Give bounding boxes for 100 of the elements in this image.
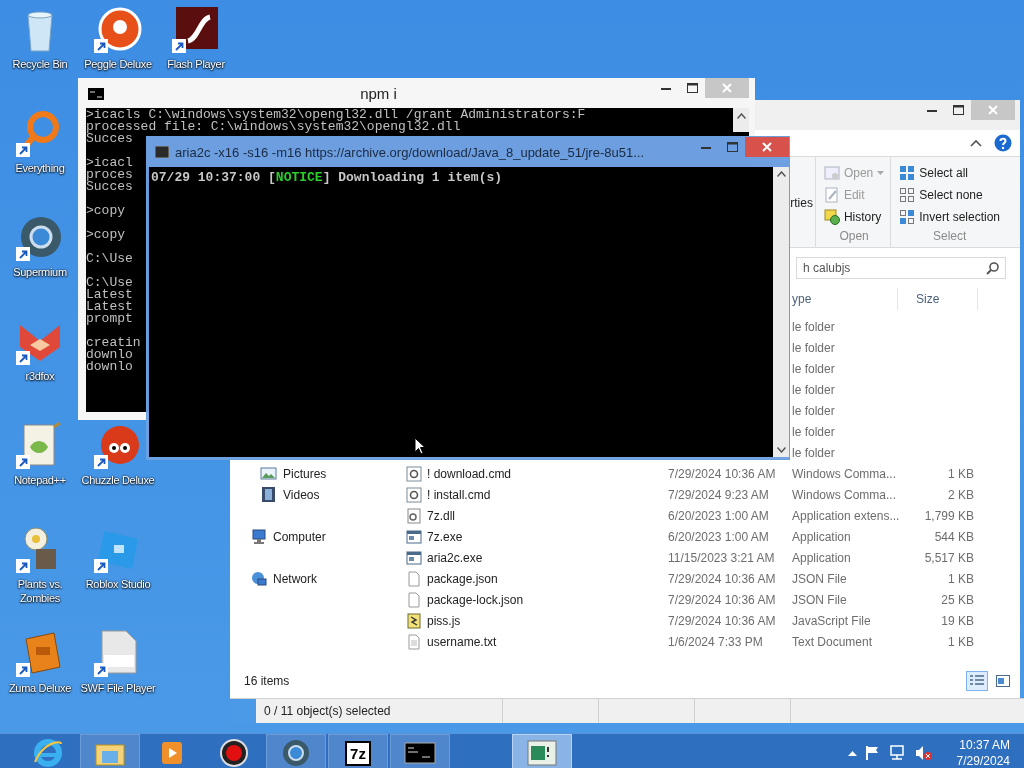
table-cell-text: 7/29/2024 10:36 AM xyxy=(667,466,777,481)
ribbon-button[interactable]: History xyxy=(821,207,887,227)
console-line: Succes xyxy=(86,133,133,145)
table-cell-text: le folder xyxy=(791,382,836,397)
taskbar-button[interactable] xyxy=(390,734,450,768)
table-cell-text: 19 KB xyxy=(940,613,975,628)
file-name[interactable]: package.json xyxy=(427,571,498,586)
table-cell-text: 11/15/2023 3:21 AM xyxy=(667,550,776,565)
navigation-item[interactable]: Pictures xyxy=(230,463,406,484)
film-strip-icon xyxy=(260,486,277,503)
column-header[interactable]: Size xyxy=(898,288,978,310)
table-cell-text: 7/29/2024 10:36 AM xyxy=(667,592,777,607)
item-count: 16 items xyxy=(244,674,290,688)
table-cell-text: Application xyxy=(791,550,852,565)
browser-icon xyxy=(33,738,63,768)
edit-icon xyxy=(823,187,840,203)
clock-time[interactable]: 10:37 AM xyxy=(959,737,1010,753)
file-name[interactable]: ! download.cmd xyxy=(427,466,512,481)
scroll-down-icon[interactable] xyxy=(776,447,786,453)
close-icon xyxy=(762,142,772,152)
status-text: 0 / 11 object(s) selected xyxy=(256,699,503,723)
navigation-item[interactable]: Network xyxy=(230,568,406,589)
archive-app-icon: 7z xyxy=(345,740,371,766)
table-cell-text: le folder xyxy=(791,319,836,334)
close-icon xyxy=(722,83,732,93)
console-line: Latest xyxy=(86,301,133,313)
collapse-ribbon-icon[interactable] xyxy=(970,139,982,147)
stone-idol-shortcut-icon[interactable] xyxy=(16,629,64,677)
navigation-item[interactable]: Videos xyxy=(230,484,406,505)
ribbon-button[interactable]: Select all xyxy=(897,163,1002,183)
speaker-muted-icon[interactable] xyxy=(914,745,933,761)
table-cell-text: 7/29/2024 10:36 AM xyxy=(667,571,777,586)
scrollbar[interactable] xyxy=(733,108,749,132)
taskbar-button[interactable] xyxy=(266,734,326,768)
gear-file-icon xyxy=(406,465,422,482)
ribbon-button[interactable]: Invert selection xyxy=(897,207,1002,227)
console-line: creatin xyxy=(86,337,141,349)
navigation-item[interactable]: Computer xyxy=(230,526,406,547)
minimize-icon xyxy=(661,86,671,90)
caret-icon xyxy=(877,171,885,175)
console-line: downlo xyxy=(86,361,133,373)
ribbon-button-label[interactable]: rties xyxy=(790,196,813,210)
minimize-icon xyxy=(927,108,937,112)
console-line: processed file: C:\windows\system32\opengl32.dll xyxy=(86,121,461,133)
console-line: proces xyxy=(86,169,133,181)
taskbar-button[interactable]: 7z xyxy=(328,734,388,768)
console-line: >icacls C:\windows\system32\opengl32.dll /grant Administrators:F xyxy=(86,109,586,121)
blank-file-icon xyxy=(406,570,422,587)
window-title: aria2c -x16 -s16 -m16 https://archive.org/download/Java_8_update_51/jre-8u51... xyxy=(175,144,645,160)
table-cell-text: le folder xyxy=(791,445,836,460)
maximize-icon xyxy=(726,142,738,152)
file-name[interactable]: 7z.dll xyxy=(427,508,455,523)
scroll-up-icon[interactable] xyxy=(776,171,786,177)
details-view-button[interactable] xyxy=(966,671,988,691)
details-view-icon xyxy=(970,675,984,687)
minimize-icon xyxy=(701,145,711,149)
record-icon xyxy=(219,738,249,768)
ribbon-button[interactable]: Select none xyxy=(897,185,1002,205)
scrollbar[interactable] xyxy=(773,167,789,457)
help-icon[interactable] xyxy=(994,134,1012,152)
table-cell-text: 6/20/2023 1:00 AM xyxy=(667,529,770,544)
table-cell-text: 1 KB xyxy=(947,466,975,481)
scroll-up-icon[interactable] xyxy=(736,113,746,119)
table-cell-text: le folder xyxy=(791,361,836,376)
console-line: Succes xyxy=(86,181,133,193)
maximize-icon xyxy=(686,83,698,93)
terminal-icon xyxy=(404,742,436,764)
flag-icon[interactable] xyxy=(864,745,881,761)
picture-icon xyxy=(260,465,277,482)
select-all-icon xyxy=(899,165,916,181)
network-icon[interactable] xyxy=(888,745,907,761)
play-icon xyxy=(160,740,184,766)
file-name[interactable]: ! install.cmd xyxy=(427,487,491,502)
console-line: >copy xyxy=(86,205,125,217)
table-cell-text: Windows Comma... xyxy=(791,487,898,502)
console-line: >icacl xyxy=(86,157,133,169)
table-cell-text: JSON File xyxy=(791,571,848,586)
table-cell-text: Application xyxy=(791,529,852,544)
ball-shortcut-icon[interactable] xyxy=(94,5,142,53)
search-field[interactable]: h calubjs xyxy=(796,257,1006,279)
table-cell-text: le folder xyxy=(791,340,836,355)
table-cell-text: JavaScript File xyxy=(791,613,872,628)
clock-date[interactable]: 7/29/2024 xyxy=(956,753,1010,768)
file-name[interactable]: username.txt xyxy=(427,634,497,649)
tiles-view-icon xyxy=(996,675,1010,687)
close-button[interactable] xyxy=(745,137,789,157)
show-hidden-icons-icon[interactable] xyxy=(847,750,857,756)
file-name[interactable]: piss.js xyxy=(427,613,461,628)
file-name[interactable]: aria2c.exe xyxy=(427,550,483,565)
file-name[interactable]: 7z.exe xyxy=(427,529,463,544)
table-cell-text: 1,799 KB xyxy=(923,508,975,523)
console-line: prompt xyxy=(86,313,133,325)
file-name[interactable]: package-lock.json xyxy=(427,592,524,607)
tile-shortcut-icon[interactable] xyxy=(172,5,220,53)
open-icon xyxy=(823,165,840,181)
gear-file-icon xyxy=(406,486,422,503)
ribbon-group-label: Select xyxy=(931,229,968,245)
console-line: C:\Use xyxy=(86,277,133,289)
console-line: downlo xyxy=(86,349,133,361)
computer-icon xyxy=(250,528,267,545)
